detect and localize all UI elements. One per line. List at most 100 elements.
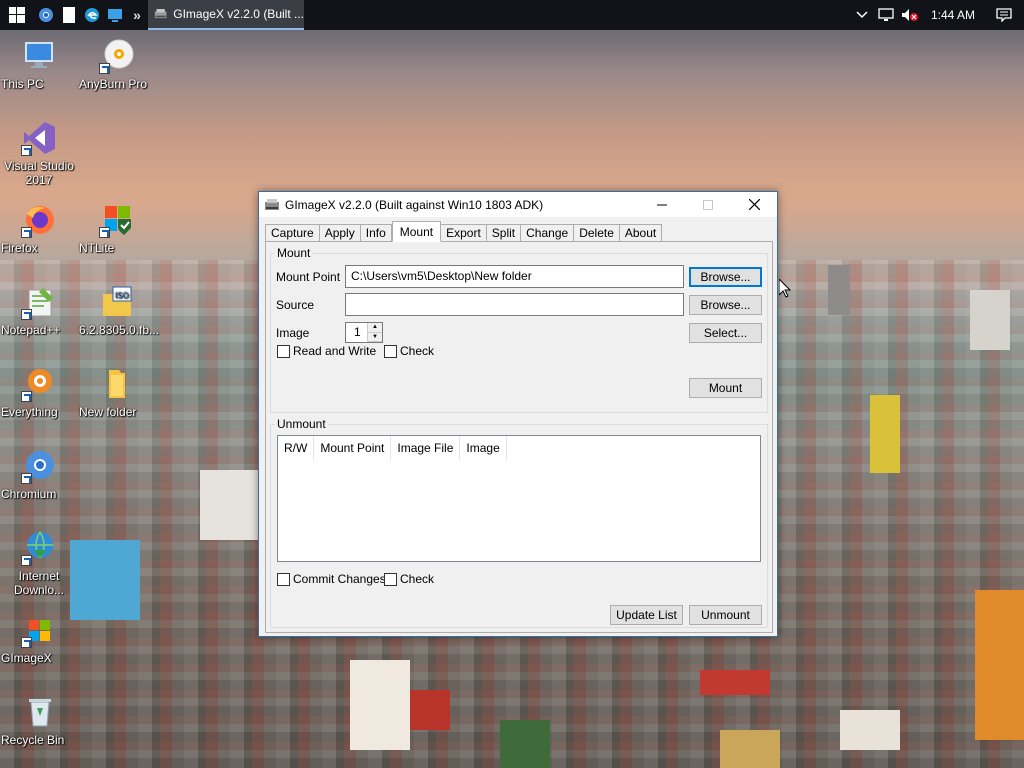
window-titlebar[interactable]: GImageX v2.2.0 (Built against Win10 1803… (259, 192, 777, 218)
checkbox-box[interactable] (384, 344, 397, 358)
start-button[interactable] (0, 0, 34, 30)
source-input[interactable] (345, 293, 684, 316)
recycle-bin-icon (21, 694, 57, 730)
desktop-icon-gimagex[interactable]: GImageX (1, 612, 77, 665)
wallpaper-building (500, 720, 550, 768)
desktop-icon-label: GImageX (1, 651, 52, 665)
desktop-icon-label: Notepad++ (1, 323, 61, 337)
wallpaper-building (350, 660, 410, 750)
taskbar-app-title: GImageX v2.2.0 (Built ... (173, 7, 304, 21)
desktop-icon-anyburn[interactable]: AnyBurn Pro (79, 38, 155, 91)
shortcut-arrow-icon (21, 555, 32, 566)
mount-point-input[interactable]: C:\Users\vm5\Desktop\New folder (345, 265, 684, 288)
network-icon[interactable] (874, 8, 898, 22)
shortcut-arrow-icon (21, 309, 32, 320)
read-write-checkbox[interactable]: Read and Write (277, 344, 376, 358)
desktop-icon-visual-studio[interactable]: Visual Studio 2017 (1, 120, 77, 187)
this-pc-icon (21, 38, 57, 74)
taskbar-remote[interactable] (103, 0, 126, 30)
tab-info[interactable]: Info (360, 224, 392, 242)
desktop-icon-notepadpp[interactable]: Notepad++ (1, 284, 77, 337)
minimize-button[interactable] (639, 192, 685, 218)
desktop-icon-ntlite[interactable]: NTLite (79, 202, 155, 255)
image-index-spinner[interactable]: 1 ▲ ▼ (345, 322, 383, 343)
download-manager-icon (21, 530, 57, 566)
tab-export[interactable]: Export (441, 224, 487, 242)
taskbar-chromium[interactable] (34, 0, 57, 30)
maximize-icon (703, 199, 713, 210)
tab-split[interactable]: Split (486, 224, 522, 242)
volume-muted-icon[interactable] (898, 8, 922, 22)
column-header-rw[interactable]: R/W (278, 436, 315, 460)
desktop-icon-this-pc[interactable]: This PC (1, 38, 77, 91)
checkbox-box[interactable] (277, 344, 290, 358)
taskbar-edge[interactable] (80, 0, 103, 30)
chromium-icon (21, 448, 57, 484)
desktop-icon-label: Everything (1, 405, 58, 419)
tray-chevron-up-icon[interactable] (850, 11, 874, 19)
document-icon (62, 7, 75, 23)
column-header-image-file[interactable]: Image File (391, 436, 461, 460)
select-image-button[interactable]: Select... (689, 323, 762, 343)
checkbox-box[interactable] (384, 572, 397, 586)
desktop-icon-everything[interactable]: Everything (1, 366, 77, 419)
desktop-icon-recycle-bin[interactable]: Recycle Bin (1, 694, 77, 747)
unmount-check-label: Check (400, 572, 435, 586)
action-center-icon[interactable] (984, 8, 1024, 22)
desktop-icon-new-folder[interactable]: New folder (79, 366, 155, 419)
mount-button[interactable]: Mount (689, 378, 762, 398)
mount-point-browse-button[interactable]: Browse... (689, 267, 762, 287)
notepad-plus-plus-icon (21, 284, 57, 320)
tab-mount[interactable]: Mount (391, 221, 442, 242)
visual-studio-icon (21, 120, 57, 156)
desktop-icon-label: Internet Downlo... (13, 569, 65, 597)
ntlite-icon (99, 202, 135, 238)
shortcut-arrow-icon (21, 227, 32, 238)
desktop-icon-iso-file[interactable]: ISO 6.2.8305.0.fb... (79, 284, 159, 337)
source-browse-button[interactable]: Browse... (689, 295, 762, 315)
desktop-icon-label: Firefox (1, 241, 38, 255)
tab-delete[interactable]: Delete (574, 224, 620, 242)
close-button[interactable] (731, 192, 777, 218)
taskbar-gimagex-button[interactable]: GImageX v2.2.0 (Built ... (148, 0, 304, 30)
update-list-button[interactable]: Update List (610, 605, 683, 625)
column-header-image[interactable]: Image (460, 436, 507, 460)
desktop-icon-label: Visual Studio 2017 (4, 159, 74, 187)
gimagex-app-icon[interactable] (259, 198, 285, 212)
taskbar-overflow-chevron[interactable]: » (126, 0, 148, 30)
commit-changes-label: Commit Changes (293, 572, 386, 586)
desktop-icon-label: AnyBurn Pro (79, 77, 148, 91)
spinner-arrows: ▲ ▼ (367, 323, 382, 342)
column-header-mount-point[interactable]: Mount Point (314, 436, 392, 460)
desktop-icon-internet-download-manager[interactable]: Internet Downlo... (1, 530, 77, 597)
desktop-icon-chromium[interactable]: Chromium (1, 448, 77, 501)
mount-check-checkbox[interactable]: Check (384, 344, 434, 358)
shortcut-arrow-icon (21, 145, 32, 156)
mounted-images-list[interactable]: R/W Mount Point Image File Image (277, 435, 761, 562)
image-index-value[interactable]: 1 (346, 323, 367, 342)
spinner-down-icon[interactable]: ▼ (368, 332, 382, 342)
desktop-icon-label: Recycle Bin (1, 733, 65, 747)
taskbar-clock[interactable]: 1:44 AM (922, 8, 984, 22)
tab-about[interactable]: About (619, 224, 663, 242)
commit-changes-checkbox[interactable]: Commit Changes (277, 572, 386, 586)
gimagex-app-icon (154, 9, 167, 19)
tab-capture[interactable]: Capture (265, 224, 320, 242)
maximize-button[interactable] (685, 192, 731, 218)
tab-apply[interactable]: Apply (319, 224, 361, 242)
tab-change[interactable]: Change (521, 224, 575, 242)
desktop-icon-firefox[interactable]: Firefox (1, 202, 77, 255)
unmount-check-checkbox[interactable]: Check (384, 572, 434, 586)
desktop-icon-label: New folder (79, 405, 137, 419)
desktop-icon-label: Chromium (1, 487, 57, 501)
wallpaper-building (200, 470, 260, 540)
spinner-up-icon[interactable]: ▲ (368, 323, 382, 333)
iso-file-icon: ISO (99, 284, 135, 320)
wallpaper-building (870, 395, 900, 473)
unmount-button[interactable]: Unmount (689, 605, 762, 625)
taskbar-notepad[interactable] (57, 0, 80, 30)
desktop-icon-label: This PC (1, 77, 44, 91)
checkbox-box[interactable] (277, 572, 290, 586)
window-title: GImageX v2.2.0 (Built against Win10 1803… (285, 197, 544, 212)
list-header: R/W Mount Point Image File Image (278, 436, 760, 460)
